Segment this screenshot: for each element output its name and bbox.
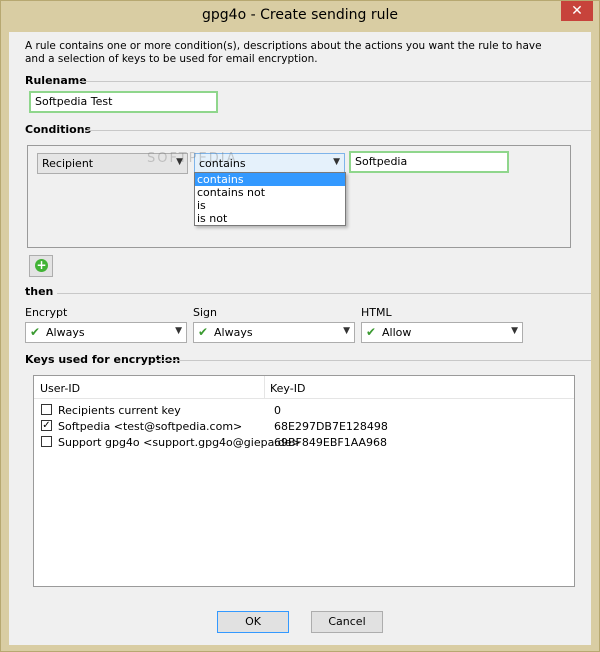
key-checkbox[interactable] bbox=[41, 436, 52, 447]
dropdown-option[interactable]: is not bbox=[195, 212, 345, 225]
dropdown-option[interactable]: contains bbox=[195, 173, 345, 186]
sign-value: Always bbox=[214, 326, 253, 339]
html-label: HTML bbox=[361, 306, 392, 319]
conditions-heading: Conditions bbox=[25, 123, 92, 136]
key-checkbox[interactable]: ✓ bbox=[41, 420, 52, 431]
key-row[interactable]: Support gpg4o <support.gpg4o@giepa.de> 6… bbox=[34, 435, 574, 451]
encrypt-label: Encrypt bbox=[25, 306, 68, 319]
chevron-down-icon: ▼ bbox=[343, 326, 350, 336]
key-checkbox[interactable] bbox=[41, 404, 52, 415]
key-row[interactable]: Recipients current key 0 bbox=[34, 403, 574, 419]
html-select[interactable]: ✔ Allow ▼ bbox=[361, 322, 523, 343]
divider bbox=[85, 130, 591, 131]
key-id: 68E297DB7E128498 bbox=[274, 420, 388, 433]
html-value: Allow bbox=[382, 326, 412, 339]
add-icon: + bbox=[35, 258, 48, 272]
dialog-client: A rule contains one or more condition(s)… bbox=[9, 32, 591, 645]
dialog-window: gpg4o - Create sending rule ✕ A rule con… bbox=[0, 0, 600, 652]
key-id: 69BF849EBF1AA968 bbox=[274, 436, 388, 449]
divider bbox=[79, 81, 591, 82]
condition-field-value: Recipient bbox=[42, 157, 94, 170]
rulename-input[interactable]: Softpedia Test bbox=[29, 91, 218, 113]
ok-button[interactable]: OK bbox=[217, 611, 289, 633]
operator-dropdown-list: contains contains not is is not bbox=[194, 172, 346, 226]
encrypt-value: Always bbox=[46, 326, 85, 339]
column-header-key-id[interactable]: Key-ID bbox=[270, 382, 305, 395]
then-heading: then bbox=[25, 285, 54, 298]
check-icon: ✔ bbox=[366, 325, 377, 339]
column-header-user-id[interactable]: User-ID bbox=[40, 382, 80, 395]
keys-list-header: User-ID Key-ID bbox=[34, 376, 574, 399]
dropdown-option[interactable]: is bbox=[195, 199, 345, 212]
cancel-button[interactable]: Cancel bbox=[311, 611, 383, 633]
title-bar[interactable]: gpg4o - Create sending rule ✕ bbox=[1, 1, 599, 31]
check-icon: ✔ bbox=[198, 325, 209, 339]
sign-label: Sign bbox=[193, 306, 217, 319]
key-user-id: Softpedia <test@softpedia.com> bbox=[58, 420, 243, 433]
rulename-heading: Rulename bbox=[25, 74, 87, 87]
chevron-down-icon: ▼ bbox=[333, 157, 340, 167]
close-button[interactable]: ✕ bbox=[561, 1, 593, 21]
check-icon: ✔ bbox=[30, 325, 41, 339]
sign-select[interactable]: ✔ Always ▼ bbox=[193, 322, 355, 343]
key-row[interactable]: ✓ Softpedia <test@softpedia.com> 68E297D… bbox=[34, 419, 574, 435]
window-title: gpg4o - Create sending rule bbox=[202, 7, 398, 23]
description-text: A rule contains one or more condition(s)… bbox=[25, 40, 542, 65]
keys-list: User-ID Key-ID Recipients current key 0 … bbox=[33, 375, 575, 587]
condition-value-input[interactable]: Softpedia bbox=[349, 151, 509, 173]
divider bbox=[157, 360, 591, 361]
key-user-id: Recipients current key bbox=[58, 404, 181, 417]
watermark: SOFTPEDIA bbox=[147, 151, 238, 166]
chevron-down-icon: ▼ bbox=[511, 326, 518, 336]
encrypt-select[interactable]: ✔ Always ▼ bbox=[25, 322, 187, 343]
dropdown-option[interactable]: contains not bbox=[195, 186, 345, 199]
column-divider[interactable] bbox=[264, 376, 265, 398]
add-condition-button[interactable]: + bbox=[29, 255, 53, 277]
chevron-down-icon: ▼ bbox=[175, 326, 182, 336]
divider bbox=[57, 293, 591, 294]
key-user-id: Support gpg4o <support.gpg4o@giepa.de> bbox=[58, 436, 301, 449]
key-id: 0 bbox=[274, 404, 281, 417]
